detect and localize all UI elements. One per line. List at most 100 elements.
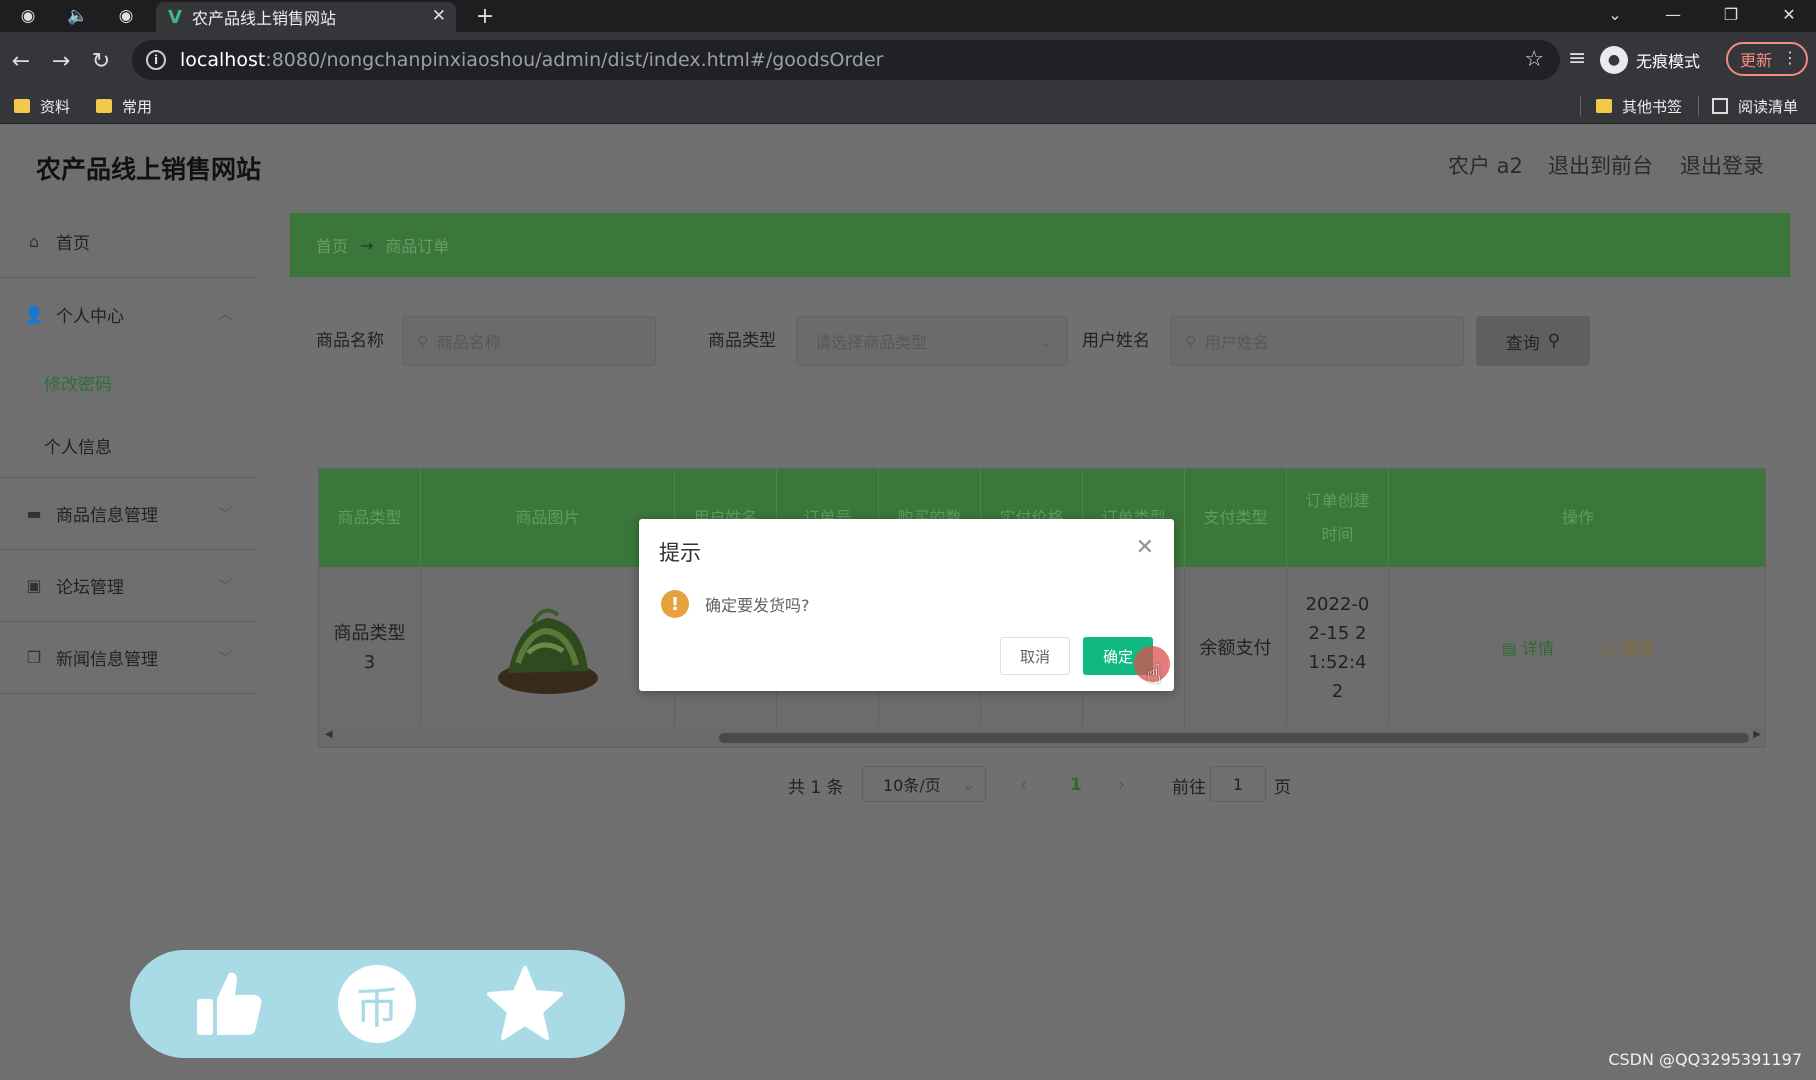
user-name-label: 用户姓名 <box>1082 331 1150 351</box>
other-bookmarks[interactable]: 其他书签 <box>1596 94 1682 118</box>
scroll-left-icon[interactable]: ◀ <box>325 729 333 740</box>
scrollbar-thumb[interactable] <box>719 733 1749 743</box>
sidebar-item-goods[interactable]: ▬ 商品信息管理 ﹀ <box>0 478 258 550</box>
scroll-right-icon[interactable]: ▶ <box>1753 729 1761 740</box>
forward-icon[interactable]: → <box>46 46 76 76</box>
tab-list-icon[interactable]: ≡ <box>1568 46 1586 71</box>
goto-page-input[interactable]: 1 <box>1210 766 1266 802</box>
detail-label: 详情 <box>1521 638 1554 658</box>
current-user: 农户 a2 <box>1448 154 1523 178</box>
url-path: :8080/nongchanpinxiaoshou/admin/dist/ind… <box>265 49 884 71</box>
query-button-label: 查询 <box>1505 333 1540 354</box>
sidebar-item-label: 首页 <box>56 234 90 254</box>
ship-button[interactable]: ▢ 发货 <box>1602 634 1654 663</box>
dialog-title: 提示 <box>659 541 701 565</box>
new-tab-button[interactable]: + <box>470 0 500 32</box>
incognito-indicator[interactable]: ● 无痕模式 <box>1600 42 1700 78</box>
more-menu-icon[interactable]: ⋮ <box>1782 48 1798 67</box>
chevron-down-icon: ﹀ <box>218 651 232 667</box>
sidebar-item-profile[interactable]: 个人信息 <box>0 414 258 478</box>
app-header: 农产品线上销售网站 农户 a2 退出到前台 退出登录 <box>0 124 1816 206</box>
logout-link[interactable]: 退出登录 <box>1680 150 1764 180</box>
active-tab[interactable]: V 农产品线上销售网站 ✕ <box>156 2 456 32</box>
other-bookmarks-label: 其他书签 <box>1622 97 1683 116</box>
watermark: CSDN @QQ3295391197 <box>1608 1050 1802 1069</box>
prev-page-icon[interactable]: ‹ <box>1020 768 1027 802</box>
site-title: 农产品线上销售网站 <box>36 155 262 184</box>
url-field[interactable]: i localhost :8080/nongchanpinxiaoshou/ad… <box>132 40 1560 80</box>
breadcrumb-home[interactable]: 首页 <box>316 233 348 257</box>
window-close-button[interactable]: ✕ <box>1764 0 1814 28</box>
tab-close-icon[interactable]: ✕ <box>432 6 446 26</box>
coin-icon[interactable]: 币 <box>337 964 417 1044</box>
address-bar-row: ← → ↻ i localhost :8080/nongchanpinxiaos… <box>0 32 1816 88</box>
monitor-icon: ▬ <box>26 504 42 523</box>
bookmark-folder-changyong[interactable]: 常用 <box>96 94 152 118</box>
copy-icon: ❐ <box>26 648 42 667</box>
sidebar-item-home[interactable]: ⌂ 首页 <box>0 206 258 278</box>
tab-search-icon[interactable]: ⌄ <box>1590 0 1640 28</box>
user-name-input[interactable]: ⚲ 用户姓名 <box>1170 316 1464 366</box>
audio-icon[interactable]: 🔈 <box>60 0 96 32</box>
vue-logo-icon: V <box>168 6 182 28</box>
ship-icon: ▢ <box>1602 638 1623 658</box>
incognito-icon: ● <box>1600 46 1628 74</box>
sidebar-item-forum[interactable]: ▣ 论坛管理 ﹀ <box>0 550 258 622</box>
hand-cursor-icon: ☝ <box>1146 660 1162 690</box>
sidebar-item-label: 商品信息管理 <box>56 506 158 526</box>
site-info-icon[interactable]: i <box>146 50 166 70</box>
goods-type-select[interactable]: 请选择商品类型 ⌄ <box>796 316 1068 366</box>
query-button[interactable]: 查询 ⚲ <box>1476 316 1590 366</box>
reload-icon[interactable]: ↻ <box>86 46 116 76</box>
back-icon[interactable]: ← <box>6 46 36 76</box>
minimize-button[interactable]: — <box>1648 0 1698 28</box>
bookmark-star-icon[interactable]: ☆ <box>1524 47 1544 72</box>
column-actions: 操作 <box>1561 508 1594 527</box>
browser-tab-bar: ◉ 🔈 ◉ V 农产品线上销售网站 ✕ + ⌄ — ❐ ✕ <box>0 0 1816 32</box>
reading-list-icon <box>1712 98 1728 114</box>
column-created-time[interactable]: 订单创建时间 <box>1287 469 1389 567</box>
next-page-icon[interactable]: › <box>1118 768 1125 802</box>
bookmark-separator <box>1698 96 1699 116</box>
close-icon[interactable]: ✕ <box>1136 535 1154 560</box>
page-size-select[interactable]: 10条/页 ⌄ <box>862 766 986 802</box>
thumbs-up-icon[interactable] <box>188 964 268 1044</box>
back-to-front-link[interactable]: 退出到前台 <box>1548 150 1653 180</box>
column-goods-type[interactable]: 商品类型 <box>319 469 421 567</box>
url-host: localhost <box>180 49 266 71</box>
cancel-button[interactable]: 取消 <box>1000 637 1070 675</box>
chevron-down-icon: ⌄ <box>961 774 975 794</box>
chrome-icon[interactable]: ◉ <box>10 0 46 32</box>
folder-icon <box>1596 99 1612 113</box>
detail-button[interactable]: ▤ 详情 <box>1502 634 1554 663</box>
sidebar-item-change-password[interactable]: 修改密码 <box>0 350 258 414</box>
cell-created-time: 2022-02-15 21:52:42 <box>1287 567 1389 729</box>
star-icon[interactable] <box>485 964 565 1044</box>
chat-icon: ▣ <box>26 576 42 595</box>
update-label: 更新 <box>1740 51 1773 70</box>
reading-list-label: 阅读清单 <box>1738 97 1799 116</box>
goods-name-input[interactable]: ⚲ 商品名称 <box>402 316 656 366</box>
dialog-message: 确定要发货吗? <box>705 596 810 615</box>
column-pay-type[interactable]: 支付类型 <box>1185 469 1287 567</box>
sidebar-item-news[interactable]: ❐ 新闻信息管理 ﹀ <box>0 622 258 694</box>
page-number-current[interactable]: 1 <box>1070 768 1082 802</box>
bookmark-label: 常用 <box>122 97 153 116</box>
sidebar-item-label: 个人中心 <box>56 306 124 327</box>
update-button[interactable]: 更新 ⋮ <box>1726 42 1808 76</box>
chevron-down-icon: ﹀ <box>218 579 232 595</box>
sidebar: ⌂ 首页 👤 个人中心 ︿ 修改密码 个人信息 ▬ 商品信息管理 ﹀ ▣ 论坛管… <box>0 206 258 694</box>
home-icon: ⌂ <box>28 232 40 251</box>
sidebar-item-personal[interactable]: 👤 个人中心 ︿ <box>0 278 258 350</box>
chrome-icon-2[interactable]: ◉ <box>108 0 144 32</box>
reaction-bar: 币 <box>130 950 625 1058</box>
goto-label: 前往 <box>1172 777 1206 798</box>
table-horizontal-scrollbar[interactable]: ◀ ▶ <box>319 727 1765 747</box>
goods-name-placeholder: 商品名称 <box>436 333 501 352</box>
bookmarks-bar: 资料 常用 其他书签 阅读清单 <box>0 88 1816 124</box>
breadcrumb-current: 商品订单 <box>385 237 450 256</box>
reading-list[interactable]: 阅读清单 <box>1712 94 1798 118</box>
restore-button[interactable]: ❐ <box>1706 0 1756 28</box>
bookmark-folder-ziliao[interactable]: 资料 <box>14 94 70 118</box>
column-goods-image[interactable]: 商品图片 <box>421 469 675 567</box>
